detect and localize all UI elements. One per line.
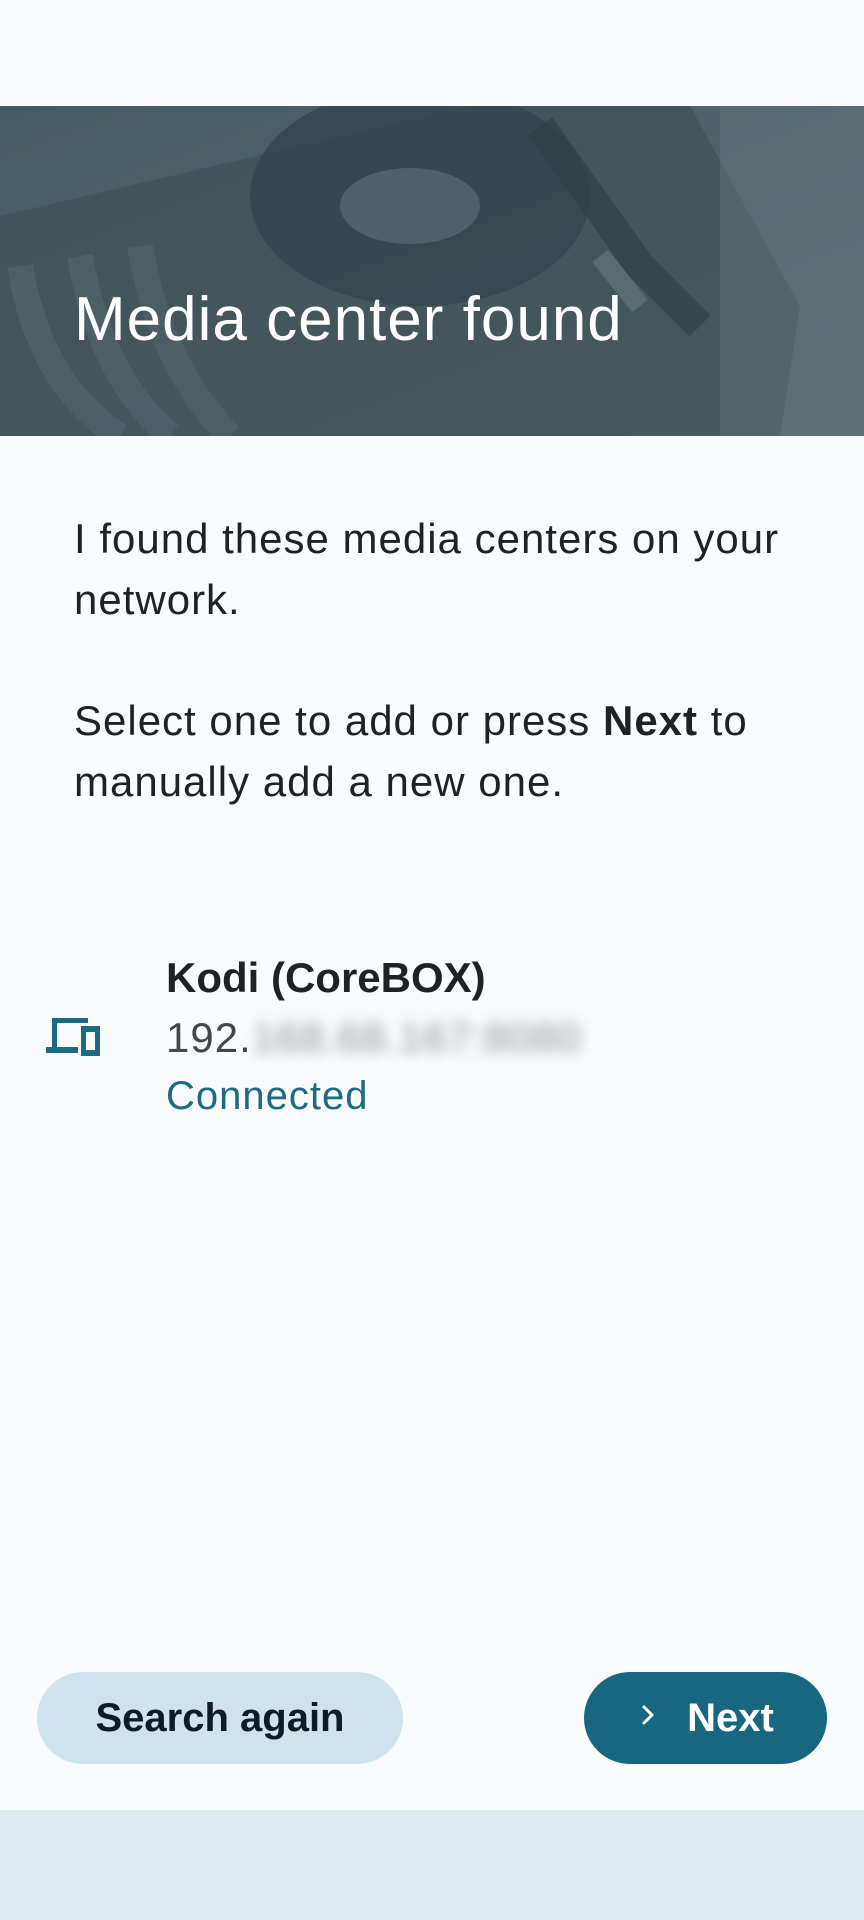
next-button[interactable]: Next xyxy=(584,1672,827,1764)
intro-text-block: I found these media centers on your netw… xyxy=(74,508,794,812)
device-status: Connected xyxy=(166,1074,369,1118)
media-center-list-item[interactable]: Kodi (CoreBOX) 192.168.68.167:8080 Conne… xyxy=(0,940,864,1130)
instruction-text: Select one to add or press Next to manua… xyxy=(74,690,794,812)
search-again-button[interactable]: Search again xyxy=(37,1672,403,1764)
status-bar xyxy=(0,0,864,106)
device-address-visible: 192. xyxy=(166,1014,252,1061)
navigation-bar xyxy=(0,1810,864,1920)
header-banner: Media center found xyxy=(0,106,864,436)
instruction-next-keyword: Next xyxy=(602,697,699,744)
next-label: Next xyxy=(687,1695,774,1740)
page-title: Media center found xyxy=(74,285,623,354)
intro-text: I found these media centers on your netw… xyxy=(74,515,780,623)
device-address: 192.168.68.167:8080 xyxy=(166,1014,582,1062)
device-name: Kodi (CoreBOX) xyxy=(166,954,486,1001)
header-background-art xyxy=(0,106,864,436)
instruction-prefix: Select one to add or press xyxy=(74,697,603,744)
chevron-right-icon xyxy=(642,1705,654,1725)
device-address-redacted: 168.68.167:8080 xyxy=(251,1014,583,1061)
devices-icon xyxy=(46,1018,100,1056)
search-again-label: Search again xyxy=(95,1695,345,1740)
